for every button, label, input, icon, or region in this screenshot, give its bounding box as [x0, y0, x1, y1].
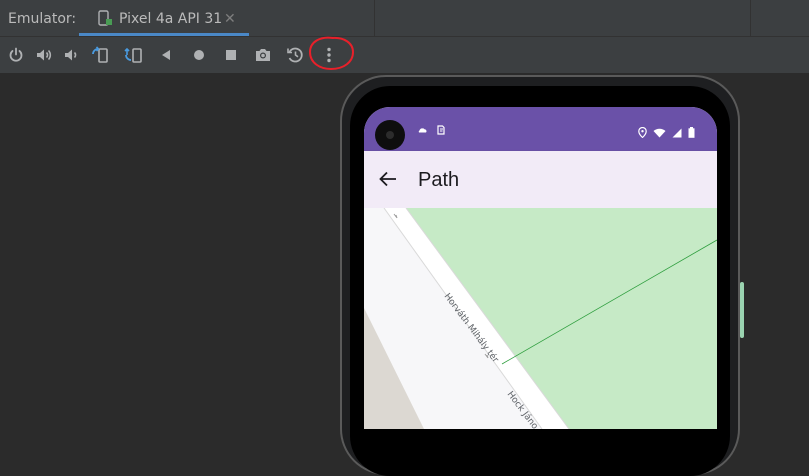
- home-icon: [194, 50, 204, 60]
- battery-icon: [688, 127, 695, 138]
- active-tab-indicator: [79, 33, 249, 36]
- location-icon: [638, 127, 647, 138]
- volume-down-button[interactable]: [60, 44, 82, 66]
- screenshot-button[interactable]: [252, 44, 274, 66]
- more-options-button[interactable]: [318, 44, 340, 66]
- power-button[interactable]: [5, 44, 27, 66]
- cloud-icon: [418, 128, 427, 133]
- tabbar-divider: [374, 0, 375, 36]
- wifi-icon: [653, 128, 666, 137]
- tool-window-tabbar: Emulator: Pixel 4a API 31 ✕: [0, 0, 809, 37]
- back-button[interactable]: [155, 44, 177, 66]
- device-icon: [98, 10, 112, 26]
- status-notifications: [418, 125, 445, 135]
- home-button[interactable]: [188, 44, 210, 66]
- status-system-icons: [638, 127, 695, 138]
- tabbar-divider: [750, 0, 751, 36]
- device-screen[interactable]: Path Horváth Mihály tér Hock Jáno: [364, 107, 717, 429]
- tab-label: Pixel 4a API 31: [119, 11, 223, 27]
- power-icon: [9, 47, 23, 62]
- emulator-toolbar: [0, 37, 809, 73]
- front-camera: [375, 120, 405, 150]
- status-bar: [364, 107, 717, 151]
- tabbar-prefix: Emulator:: [8, 11, 77, 27]
- snapshot-icon: [287, 47, 303, 63]
- phone-side-button: [740, 282, 744, 338]
- volume-down-icon: [65, 49, 77, 61]
- rotate-left-button[interactable]: [90, 44, 112, 66]
- rotate-left-icon: [92, 46, 108, 63]
- back-icon: [162, 50, 170, 60]
- more-options-icon: [327, 47, 331, 63]
- map-view[interactable]: Horváth Mihály tér Hock Jáno: [364, 208, 717, 429]
- back-arrow-icon[interactable]: [378, 169, 398, 189]
- volume-up-button[interactable]: [33, 44, 55, 66]
- screenshot-icon: [256, 49, 270, 61]
- overview-button[interactable]: [220, 44, 242, 66]
- page-title: Path: [418, 169, 460, 191]
- tab-pixel-4a[interactable]: Pixel 4a API 31 ✕: [79, 0, 249, 36]
- rotate-right-icon: [124, 47, 142, 63]
- app-bar: Path: [364, 151, 717, 208]
- volume-up-icon: [37, 49, 52, 61]
- overview-icon: [226, 50, 236, 60]
- snapshot-button[interactable]: [284, 44, 306, 66]
- rotate-right-button[interactable]: [123, 44, 145, 66]
- signal-icon: [672, 128, 682, 137]
- sim-card-icon: [437, 125, 445, 135]
- tab-close-icon[interactable]: ✕: [224, 0, 236, 36]
